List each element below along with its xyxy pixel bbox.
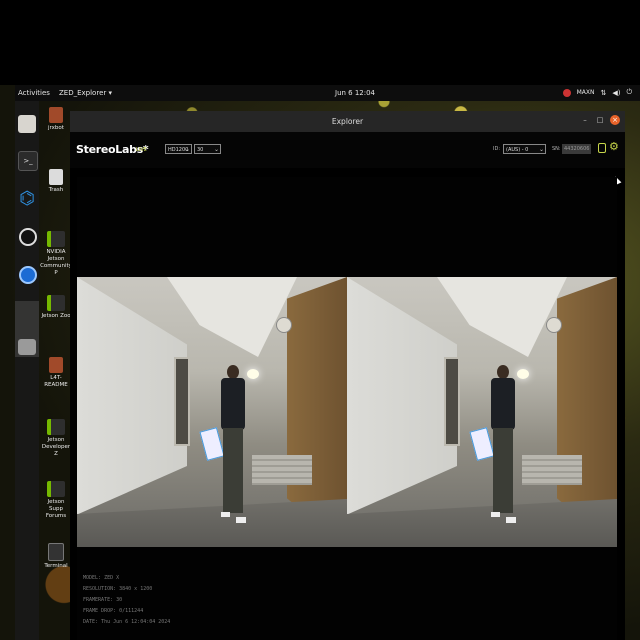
window (444, 357, 460, 446)
clock[interactable]: Jun 6 12:04 (335, 89, 375, 97)
resolution-text: RESOLUTION: 3840 x 1200 (83, 586, 153, 592)
maximize-icon[interactable]: □ (595, 115, 605, 125)
camera-id-select[interactable]: (AUS) - 0 ⌄ (503, 144, 546, 154)
window (174, 357, 190, 446)
stereo-viewer: MODEL: ZED X RESOLUTION: 3840 x 1200 FRA… (77, 177, 617, 640)
chevron-down-icon: ⌄ (184, 146, 190, 153)
person (489, 365, 519, 535)
person (219, 365, 249, 535)
nvidia-icon (47, 231, 65, 247)
top-bar: Activities ZED_Explorer ▾ Jun 6 12:04 MA… (15, 85, 640, 101)
terminal-icon (48, 543, 64, 561)
folder-icon (49, 357, 63, 373)
desktop-icon-trash[interactable]: Trash (40, 169, 72, 194)
close-icon[interactable]: × (610, 115, 620, 125)
sn-label: SN: (552, 146, 561, 152)
left-wall (347, 277, 457, 515)
minimize-icon[interactable]: – (580, 115, 590, 125)
chromium-icon[interactable] (19, 266, 37, 284)
vscode-icon[interactable]: ⌬ (18, 190, 36, 208)
camera-info-panel: MODEL: ZED X RESOLUTION: 3840 x 1200 FRA… (83, 573, 170, 628)
desktop-icon-nvidia-community[interactable]: NVIDIA Jetson Community P (40, 231, 72, 277)
window-titlebar[interactable]: Explorer – □ × (70, 111, 625, 132)
chevron-down-icon: ⌄ (213, 146, 219, 153)
desktop-icon-home[interactable]: jrxbot (40, 107, 72, 132)
obs-icon[interactable] (19, 228, 37, 246)
activities-button[interactable]: Activities (18, 89, 50, 97)
stairs (522, 455, 582, 485)
right-camera-view (347, 277, 617, 547)
security-camera (276, 317, 292, 333)
id-label: ID: (493, 146, 501, 152)
folder-icon (49, 107, 63, 123)
resolution-select[interactable]: HD1200 ⌄ (165, 144, 192, 154)
window-title: Explorer (331, 117, 364, 126)
nvidia-icon (47, 419, 65, 435)
left-camera-view (77, 277, 347, 547)
terminal-icon[interactable]: >_ (18, 151, 38, 171)
chevron-down-icon: ⌄ (538, 146, 544, 153)
dock: >_ ⌬ (15, 101, 39, 640)
left-wall (77, 277, 187, 515)
desktop-icon-terminal[interactable]: Terminal (40, 543, 72, 570)
desktop-icon-jetson-developer[interactable]: Jetson Developer Z (40, 419, 72, 458)
date-text: DATE: Thu Jun 6 12:04:04 2024 (83, 619, 171, 625)
serial-number-field[interactable]: 44320606 (562, 144, 591, 154)
desktop-icon-jetson-zoo[interactable]: Jetson Zoo (40, 295, 72, 320)
nvidia-icon (47, 481, 65, 497)
explorer-toolbar: StereoLabs* LIVE HD1200 ⌄ 30 ⌄ ID: (AUS)… (70, 132, 625, 185)
disk-icon[interactable] (18, 339, 36, 355)
stairs (252, 455, 312, 485)
app-menu[interactable]: ZED_Explorer ▾ (59, 89, 112, 97)
network-icon[interactable]: ⇅ (600, 89, 606, 97)
desktop-icon-l4t-readme[interactable]: L4T-README (40, 357, 72, 389)
volume-icon[interactable]: ◀) (612, 89, 620, 97)
frame-drop-text: FRAME DROP: 0/111244 (83, 608, 144, 614)
nvidia-icon (47, 295, 65, 311)
files-icon[interactable] (18, 115, 36, 133)
model-text: MODEL: ZED X (83, 575, 120, 581)
power-icon[interactable]: ⏻ (626, 88, 632, 97)
power-mode-label[interactable]: MAXN (577, 89, 595, 96)
security-camera (546, 317, 562, 333)
gear-icon[interactable]: ⚙ (609, 141, 619, 153)
explorer-window: Explorer – □ × StereoLabs* LIVE HD1200 ⌄… (70, 111, 625, 640)
framerate-text: FRAMERATE: 30 (83, 597, 123, 603)
desktop-icon-jetson-support[interactable]: Jetson Supp Forums (40, 481, 72, 520)
live-indicator: LIVE (136, 147, 147, 153)
system-tray[interactable]: MAXN ⇅ ◀) ⏻ (562, 88, 632, 97)
nvidia-icon[interactable] (562, 88, 571, 97)
camera-icon[interactable] (598, 143, 606, 153)
fps-select[interactable]: 30 ⌄ (194, 144, 221, 154)
trash-icon (49, 169, 63, 185)
